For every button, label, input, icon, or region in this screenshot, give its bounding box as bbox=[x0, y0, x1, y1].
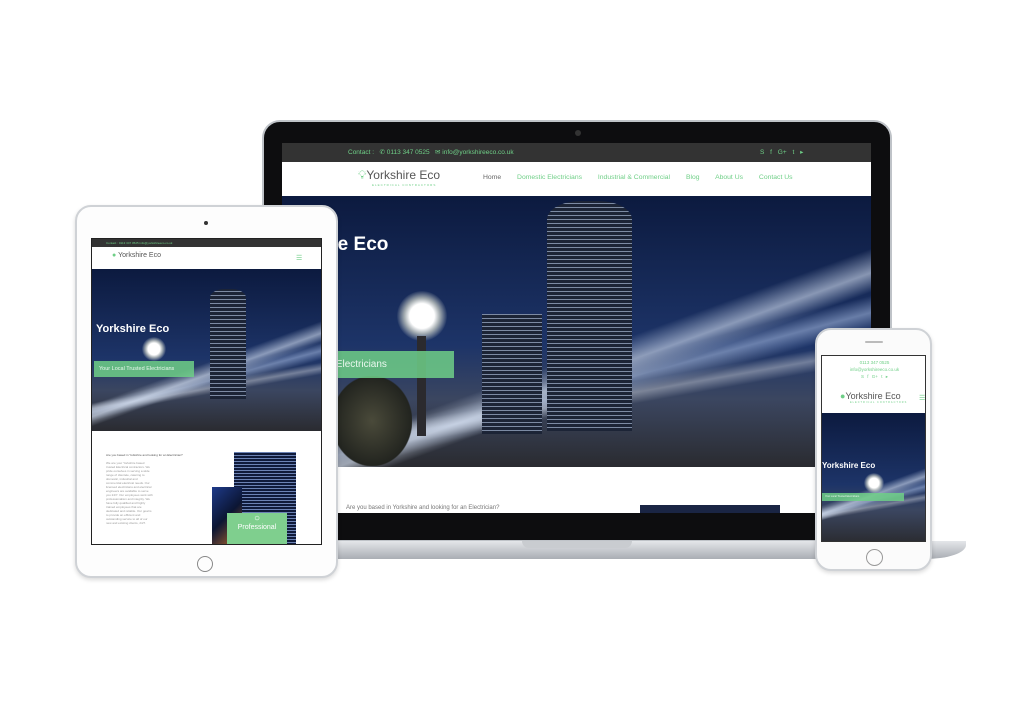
tower-building bbox=[547, 201, 632, 431]
hero-title: Yorkshire Eco bbox=[822, 461, 876, 470]
tower-building bbox=[210, 289, 246, 399]
tablet-camera bbox=[204, 221, 208, 225]
menu-icon[interactable]: ☰ bbox=[919, 394, 925, 402]
email-link[interactable]: info@yorkshireeco.co.uk bbox=[442, 149, 513, 156]
hero-title: Yorkshire Eco bbox=[96, 323, 170, 335]
menu-icon[interactable]: ☰ bbox=[296, 254, 302, 262]
laptop-notch bbox=[522, 541, 632, 548]
contact-label: Contact : bbox=[348, 149, 375, 156]
logo-subtitle: ELECTRICAL CONTRACTORS bbox=[850, 401, 908, 404]
tablet-top-bar: Contact : 0113 347 0525 info@yorkshireec… bbox=[92, 239, 321, 247]
hero-tagline: Your Local Trusted Electricians bbox=[94, 361, 194, 377]
site-logo[interactable]: ● Yorkshire Eco bbox=[112, 252, 161, 259]
top-bar: Contact : ✆ 0113 347 0525 ✉ info@yorkshi… bbox=[282, 143, 871, 162]
office-building bbox=[482, 314, 542, 434]
twitter-icon[interactable]: t bbox=[792, 149, 794, 156]
feature-card-professional[interactable]: ○ Professional bbox=[227, 513, 287, 544]
logo-text: Yorkshire Eco bbox=[366, 168, 440, 182]
intro-image bbox=[640, 505, 780, 513]
social-links: S f G+ t ▸ bbox=[822, 373, 925, 380]
skype-icon[interactable]: S bbox=[861, 374, 864, 379]
tablet-screen: Contact : 0113 347 0525 info@yorkshireec… bbox=[91, 238, 322, 545]
feature-label: Professional bbox=[237, 524, 277, 531]
street-lamp bbox=[397, 291, 447, 341]
phone-speaker bbox=[865, 341, 883, 343]
phone-link[interactable]: 0113 347 0525 bbox=[119, 241, 139, 245]
nav-links: Home Domestic Electricians Industrial & … bbox=[483, 174, 793, 181]
nav-blog[interactable]: Blog bbox=[686, 174, 700, 181]
social-links: S f G+ t ▸ bbox=[760, 143, 803, 162]
logo-subtitle: ELECTRICAL CONTRACTORS bbox=[372, 183, 437, 187]
email-link[interactable]: info@yorkshireeco.co.uk bbox=[140, 241, 173, 245]
nav-domestic[interactable]: Domestic Electricians bbox=[517, 174, 582, 181]
phone-contact: 0113 347 0525 info@yorkshireeco.co.uk S … bbox=[822, 359, 925, 380]
nav-industrial[interactable]: Industrial & Commercial bbox=[598, 174, 670, 181]
intro-body: We are your Yorkshire based trusted Elec… bbox=[106, 461, 153, 525]
youtube-icon[interactable]: ▸ bbox=[886, 374, 888, 379]
intro-heading: Are you based in Yorkshire and looking f… bbox=[106, 453, 183, 457]
logo-text: Yorkshire Eco bbox=[118, 252, 161, 259]
phone-link[interactable]: 0113 347 0525 bbox=[822, 359, 925, 366]
google-plus-icon[interactable]: G+ bbox=[872, 374, 878, 379]
bulb-icon: ○ bbox=[253, 513, 261, 524]
main-nav: 💡︎Yorkshire Eco ELECTRICAL CONTRACTORS H… bbox=[282, 162, 871, 196]
email-link[interactable]: info@yorkshireeco.co.uk bbox=[822, 366, 925, 373]
bulb-icon: ● bbox=[112, 252, 117, 259]
email-icon: ✉ bbox=[435, 149, 441, 156]
phone-link[interactable]: 0113 347 0525 bbox=[387, 149, 430, 156]
nav-home[interactable]: Home bbox=[483, 174, 501, 181]
tablet-home-button[interactable] bbox=[197, 556, 213, 572]
trees bbox=[332, 376, 412, 466]
phone-hero: Yorkshire Eco Your Local Trusted Electri… bbox=[822, 413, 925, 541]
phone-screen: 0113 347 0525 info@yorkshireeco.co.uk S … bbox=[821, 355, 926, 542]
twitter-icon[interactable]: t bbox=[881, 374, 882, 379]
laptop-camera bbox=[575, 130, 581, 136]
nav-contact[interactable]: Contact Us bbox=[759, 174, 793, 181]
tablet-hero: Yorkshire Eco Your Local Trusted Electri… bbox=[92, 269, 321, 431]
google-plus-icon[interactable]: G+ bbox=[778, 149, 787, 156]
intro-heading: Are you based in Yorkshire and looking f… bbox=[346, 505, 500, 511]
facebook-icon[interactable]: f bbox=[867, 374, 868, 379]
street-lamp bbox=[142, 337, 166, 361]
nav-about[interactable]: About Us bbox=[715, 174, 743, 181]
phone-home-button[interactable] bbox=[866, 549, 883, 566]
laptop-screen: Contact : ✆ 0113 347 0525 ✉ info@yorkshi… bbox=[282, 143, 871, 513]
hero-tagline: Your Local Trusted Electricians bbox=[822, 493, 904, 501]
youtube-icon[interactable]: ▸ bbox=[800, 149, 803, 156]
site-logo[interactable]: 💡︎Yorkshire Eco ELECTRICAL CONTRACTORS bbox=[358, 168, 440, 187]
hero-banner: Yorkshire Eco Your Local Trusted Electri… bbox=[282, 196, 871, 467]
skype-icon[interactable]: S bbox=[760, 149, 764, 156]
site-logo[interactable]: ●Yorkshire Eco ELECTRICAL CONTRACTORS bbox=[840, 391, 907, 404]
logo-text: Yorkshire Eco bbox=[845, 391, 901, 401]
street-lamp bbox=[864, 473, 884, 493]
phone-icon: ✆ bbox=[379, 149, 385, 156]
facebook-icon[interactable]: f bbox=[770, 149, 772, 156]
contact-label: Contact : bbox=[106, 241, 119, 245]
tablet-nav: ● Yorkshire Eco ☰ bbox=[92, 247, 321, 269]
